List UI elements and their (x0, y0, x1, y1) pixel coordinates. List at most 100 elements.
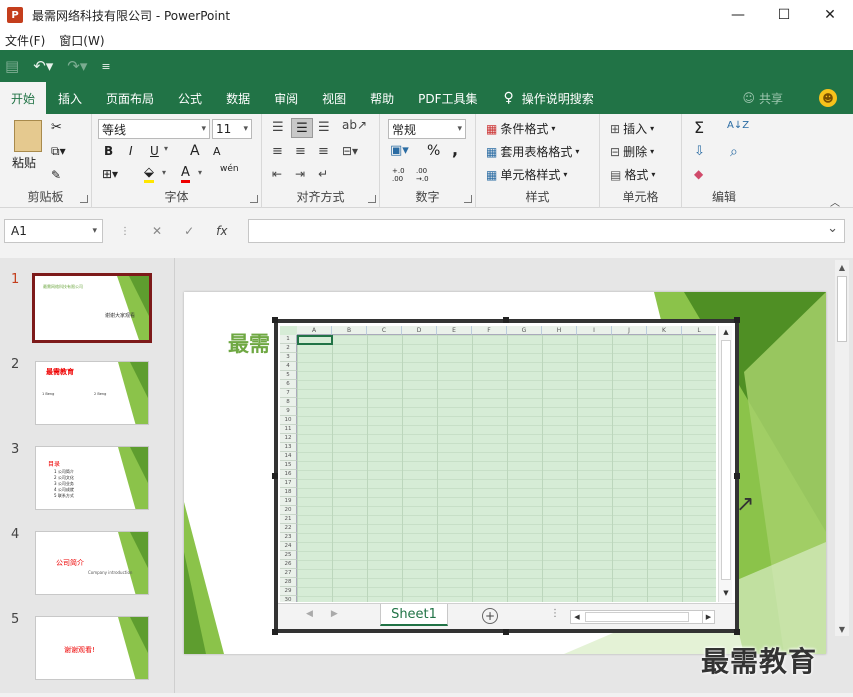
row-header[interactable]: 22 (280, 524, 297, 533)
copy-icon[interactable]: ⧉▾ (51, 144, 66, 159)
column-header[interactable]: C (367, 326, 402, 335)
row-header[interactable]: 5 (280, 371, 297, 380)
increase-decimal-button[interactable]: +.0 .00 (392, 167, 412, 183)
grow-font-button[interactable]: A (190, 143, 200, 159)
align-bottom-icon[interactable]: ☰ (318, 120, 330, 135)
font-name-combo[interactable]: 等线 (98, 119, 210, 139)
next-sheet-icon[interactable]: ▶ (331, 609, 338, 619)
resize-handle[interactable] (503, 317, 509, 323)
cut-icon[interactable]: ✂ (51, 120, 62, 135)
format-cells-button[interactable]: ▤ 格式 ▾ (610, 166, 655, 183)
feedback-smiley-icon[interactable]: ☻ (819, 89, 837, 107)
row-header[interactable]: 2 (280, 344, 297, 353)
row-header[interactable]: 27 (280, 569, 297, 578)
scroll-up-icon[interactable]: ▲ (835, 260, 849, 274)
format-painter-icon[interactable]: ✎ (51, 168, 61, 182)
cell-styles-button[interactable]: ▦ 单元格样式 ▾ (486, 166, 567, 183)
align-center-icon[interactable]: ≡ (295, 144, 306, 159)
column-header[interactable]: B (332, 326, 367, 335)
insert-function-icon[interactable]: fx (216, 224, 227, 238)
percent-button[interactable]: % (427, 143, 440, 159)
clear-button[interactable]: ◆ (694, 167, 703, 181)
scroll-down-icon[interactable]: ▼ (835, 622, 849, 636)
column-header[interactable]: E (437, 326, 472, 335)
tab-formulas[interactable]: 公式 (166, 82, 214, 114)
tab-pdf-tools[interactable]: PDF工具集 (406, 82, 489, 114)
active-cell-a1[interactable] (297, 335, 333, 345)
scroll-thumb[interactable] (721, 340, 731, 580)
font-color-dropdown-icon[interactable]: ▾ (198, 168, 202, 177)
column-header[interactable]: A (297, 326, 332, 335)
align-top-icon[interactable]: ☰ (272, 120, 284, 135)
number-launcher-icon[interactable] (464, 195, 472, 203)
find-select-button[interactable]: ⌕ (730, 144, 738, 160)
worksheet-horizontal-scrollbar[interactable]: ◀ ▶ (570, 610, 715, 624)
worksheet-grid[interactable]: A B C D E F G H I J K L 1 2 3 4 5 6 7 8 … (280, 326, 716, 602)
collapse-ribbon-icon[interactable]: ︿ (830, 194, 840, 209)
underline-button[interactable]: U (150, 144, 159, 158)
resize-handle[interactable] (734, 317, 740, 323)
font-color-button[interactable]: A (181, 165, 190, 183)
scroll-left-icon[interactable]: ◀ (571, 611, 583, 623)
name-box[interactable]: A1 (4, 219, 103, 243)
column-header[interactable]: G (507, 326, 542, 335)
menu-file[interactable]: 文件(F) (5, 32, 45, 49)
scroll-up-icon[interactable]: ▲ (721, 327, 731, 337)
share-button[interactable]: ☺ 共享 (742, 82, 783, 114)
align-left-icon[interactable]: ≡ (272, 144, 283, 159)
paste-icon[interactable] (14, 120, 42, 152)
row-header[interactable]: 17 (280, 479, 297, 488)
enter-icon[interactable]: ✓ (184, 224, 194, 238)
tab-data[interactable]: 数据 (214, 82, 262, 114)
fill-button[interactable]: ⇩ (694, 144, 705, 159)
row-header[interactable]: 16 (280, 470, 297, 479)
add-sheet-button[interactable]: + (482, 608, 498, 624)
align-middle-icon[interactable]: ☰ (291, 118, 313, 138)
sheet-tab-sheet1[interactable]: Sheet1 (380, 604, 448, 626)
row-header[interactable]: 20 (280, 506, 297, 515)
tab-page-layout[interactable]: 页面布局 (94, 82, 166, 114)
insert-cells-button[interactable]: ⊞ 插入 ▾ (610, 120, 654, 137)
slide-vertical-scrollbar[interactable]: ▲ ▼ (835, 260, 849, 636)
slide-thumbnail-3[interactable]: 目录 1 公司简介 2 公司文化 3 公司业务 4 公司成就 5 联系方式 (35, 446, 149, 510)
autosum-button[interactable]: Σ (694, 118, 704, 137)
row-header[interactable]: 29 (280, 587, 297, 596)
slide-title[interactable]: 最需 (228, 328, 270, 358)
prev-sheet-icon[interactable]: ◀ (306, 609, 313, 619)
number-format-combo[interactable]: 常规 (388, 119, 466, 139)
row-header[interactable]: 9 (280, 407, 297, 416)
row-header[interactable]: 26 (280, 560, 297, 569)
minimize-button[interactable]: — (715, 0, 761, 30)
row-header[interactable]: 10 (280, 416, 297, 425)
format-as-table-button[interactable]: ▦ 套用表格格式 ▾ (486, 143, 579, 160)
row-header[interactable]: 12 (280, 434, 297, 443)
maximize-button[interactable]: ☐ (761, 0, 807, 30)
delete-cells-button[interactable]: ⊟ 删除 ▾ (610, 143, 654, 160)
alignment-launcher-icon[interactable] (368, 195, 376, 203)
column-header[interactable]: I (577, 326, 612, 335)
bold-button[interactable]: B (104, 144, 113, 158)
row-header[interactable]: 25 (280, 551, 297, 560)
scroll-right-icon[interactable]: ▶ (702, 611, 714, 623)
row-header[interactable]: 21 (280, 515, 297, 524)
sort-filter-button[interactable]: A↓Z (727, 120, 749, 131)
decrease-decimal-button[interactable]: .00 →.0 (416, 167, 436, 183)
row-header[interactable]: 4 (280, 362, 297, 371)
paste-button[interactable]: 粘贴 (12, 154, 36, 171)
embedded-excel-object[interactable]: A B C D E F G H I J K L 1 2 3 4 5 6 7 8 … (274, 319, 739, 633)
tab-home[interactable]: 开始 (0, 82, 47, 114)
slide-thumbnail-5[interactable]: 谢谢观看! (35, 616, 149, 680)
row-header[interactable]: 18 (280, 488, 297, 497)
column-header[interactable]: L (682, 326, 716, 335)
row-header[interactable]: 13 (280, 443, 297, 452)
resize-handle[interactable] (503, 629, 509, 635)
shrink-font-button[interactable]: A (213, 145, 221, 158)
orientation-icon[interactable]: ab↗ (342, 118, 367, 132)
row-header[interactable]: 8 (280, 398, 297, 407)
fill-color-icon[interactable]: ⬙ (144, 165, 154, 183)
tab-help[interactable]: 帮助 (358, 82, 406, 114)
slide-thumbnail-1[interactable]: 最需网络科技有限公司 谢谢大家观看 (32, 273, 152, 343)
clipboard-launcher-icon[interactable] (80, 195, 88, 203)
merge-center-icon[interactable]: ⊟▾ (342, 144, 358, 158)
tab-view[interactable]: 视图 (310, 82, 358, 114)
